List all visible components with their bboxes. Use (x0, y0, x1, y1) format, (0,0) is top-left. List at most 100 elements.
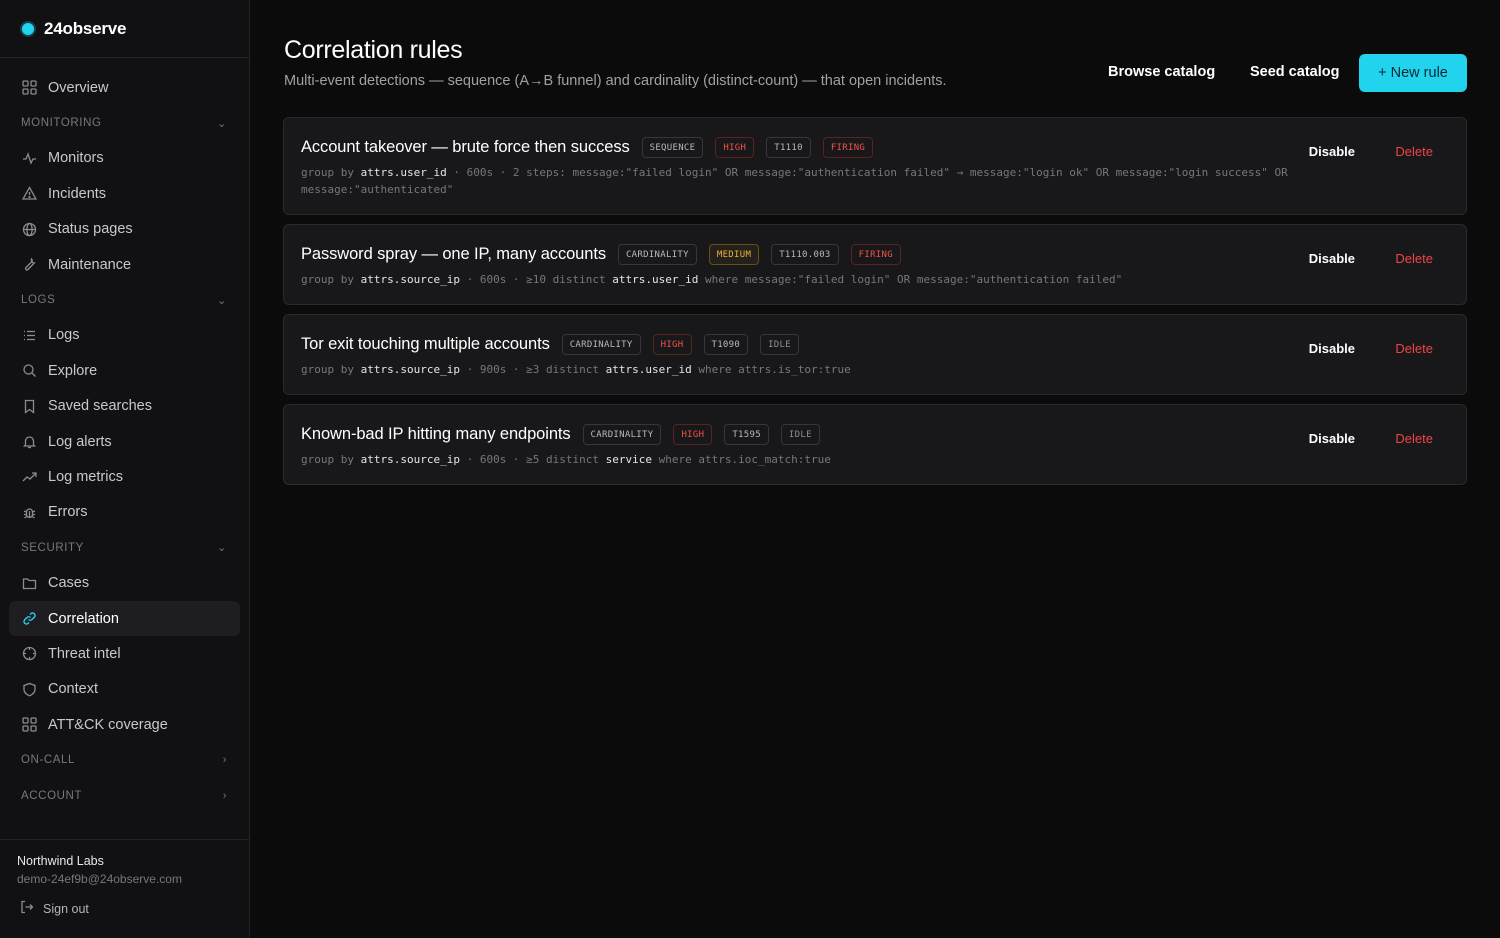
delete-button[interactable]: Delete (1395, 144, 1433, 159)
shield-icon (21, 681, 37, 697)
folder-icon (21, 575, 37, 591)
sidebar-item-label: Cases (48, 575, 90, 592)
desc-field: service (605, 453, 653, 466)
bookmark-icon (21, 398, 37, 414)
severity-badge: HIGH (715, 137, 755, 158)
sidebar-item-overview[interactable]: Overview (9, 70, 240, 105)
logout-icon (20, 900, 34, 917)
desc-field: attrs.source_ip (360, 273, 460, 286)
sidebar-item-explore[interactable]: Explore (9, 353, 240, 388)
user-email: demo-24ef9b@24observe.com (17, 872, 182, 886)
rule-description: group by attrs.source_ip · 600s · ≥5 dis… (301, 451, 1291, 468)
grid-icon (21, 80, 37, 96)
list-icon (21, 327, 37, 343)
section-security[interactable]: SECURITY ⌄ (0, 530, 249, 565)
section-monitoring[interactable]: MONITORING ⌄ (0, 105, 249, 140)
sidebar-item-saved-searches[interactable]: Saved searches (9, 389, 240, 424)
desc-text: · 600s · 2 steps: message:"failed login"… (301, 166, 1288, 196)
desc-field: attrs.user_id (360, 166, 447, 179)
sidebar-item-label: Status pages (48, 221, 133, 238)
rule-title-row: Account takeover — brute force then succ… (301, 137, 885, 158)
delete-button[interactable]: Delete (1395, 341, 1433, 356)
warning-icon (21, 186, 37, 202)
desc-text: where attrs.is_tor:true (691, 363, 851, 376)
severity-badge: HIGH (652, 334, 692, 355)
chevron-down-icon: ⌄ (217, 294, 227, 307)
sidebar-item-label: Context (48, 681, 98, 698)
sidebar-item-incidents[interactable]: Incidents (9, 176, 240, 211)
section-on-call[interactable]: ON-CALL › (0, 742, 249, 777)
crosshair-icon (21, 646, 37, 662)
sidebar-item-label: Overview (48, 79, 109, 96)
sidebar-item-label: Monitors (48, 150, 104, 167)
desc-text: group by (301, 166, 361, 179)
sidebar-item-attck-coverage[interactable]: ATT&CK coverage (9, 707, 240, 742)
org-name: Northwind Labs (17, 854, 104, 868)
link-icon (21, 611, 37, 627)
activity-icon (21, 150, 37, 166)
brand[interactable]: 24observe (0, 0, 249, 58)
seed-catalog-button[interactable]: Seed catalog (1250, 64, 1339, 80)
sidebar-item-cases[interactable]: Cases (9, 565, 240, 600)
sidebar-item-label: Threat intel (48, 645, 121, 662)
disable-button[interactable]: Disable (1309, 251, 1355, 266)
main-content: Correlation rules Multi-event detections… (250, 0, 1500, 938)
rule-type-badge: SEQUENCE (641, 137, 704, 158)
globe-icon (21, 221, 37, 237)
sidebar-item-label: Incidents (48, 185, 107, 202)
disable-button[interactable]: Disable (1309, 341, 1355, 356)
sidebar-item-logs[interactable]: Logs (9, 318, 240, 353)
sign-out-button[interactable]: Sign out (20, 900, 232, 917)
sidebar-item-label: Logs (48, 327, 80, 344)
browse-catalog-button[interactable]: Browse catalog (1108, 64, 1215, 80)
rule-type-badge: CARDINALITY (561, 334, 641, 355)
sidebar-item-correlation[interactable]: Correlation (9, 600, 240, 637)
sidebar-item-monitors[interactable]: Monitors (9, 141, 240, 176)
rules-list: Account takeover — brute force then succ… (283, 117, 1467, 494)
grid-icon (21, 717, 37, 733)
rule-description: group by attrs.source_ip · 900s · ≥3 dis… (301, 361, 1291, 378)
desc-text: · 600s · ≥10 distinct (459, 273, 613, 286)
section-account[interactable]: ACCOUNT › (0, 778, 249, 813)
technique-badge: T1110.003 (771, 244, 839, 265)
page-subtitle: Multi-event detections — sequence (A→B f… (284, 73, 947, 89)
rule-title: Tor exit touching multiple accounts (301, 335, 550, 353)
rule-card: Known-bad IP hitting many endpoints CARD… (283, 404, 1467, 485)
disable-button[interactable]: Disable (1309, 144, 1355, 159)
desc-field: attrs.user_id (605, 363, 692, 376)
new-rule-button[interactable]: + New rule (1359, 54, 1467, 92)
desc-text: · 900s · ≥3 distinct (459, 363, 606, 376)
sidebar-item-label: Log alerts (48, 433, 112, 450)
delete-button[interactable]: Delete (1395, 251, 1433, 266)
brand-logo-icon (22, 22, 34, 35)
rule-card: Account takeover — brute force then succ… (283, 117, 1467, 215)
delete-button[interactable]: Delete (1395, 431, 1433, 446)
state-badge: FIRING (822, 137, 874, 158)
rule-card: Password spray — one IP, many accounts C… (283, 224, 1467, 305)
rule-title-row: Known-bad IP hitting many endpoints CARD… (301, 424, 832, 445)
sidebar-item-maintenance[interactable]: Maintenance (9, 247, 240, 282)
sidebar-item-threat-intel[interactable]: Threat intel (9, 636, 240, 671)
sidebar-item-context[interactable]: Context (9, 672, 240, 707)
chevron-down-icon: ⌄ (217, 117, 227, 130)
sidebar-item-label: Correlation (48, 610, 119, 627)
disable-button[interactable]: Disable (1309, 431, 1355, 446)
desc-field: attrs.source_ip (360, 363, 460, 376)
section-label: MONITORING (21, 117, 102, 130)
severity-badge: MEDIUM (708, 244, 760, 265)
section-label: LOGS (21, 294, 56, 307)
rule-card: Tor exit touching multiple accounts CARD… (283, 314, 1467, 395)
rule-title-row: Tor exit touching multiple accounts CARD… (301, 334, 811, 355)
chevron-right-icon: › (222, 754, 227, 767)
chevron-right-icon: › (222, 789, 227, 802)
section-label: ON-CALL (21, 754, 76, 767)
section-label: ACCOUNT (21, 789, 83, 802)
section-logs[interactable]: LOGS ⌄ (0, 282, 249, 317)
sidebar-item-status-pages[interactable]: Status pages (9, 212, 240, 247)
sidebar-item-log-alerts[interactable]: Log alerts (9, 424, 240, 459)
sidebar-item-errors[interactable]: Errors (9, 495, 240, 530)
desc-text: where attrs.ioc_match:true (652, 453, 831, 466)
sidebar-item-label: Explore (48, 362, 98, 379)
sidebar-item-log-metrics[interactable]: Log metrics (9, 459, 240, 494)
sidebar-nav: Overview MONITORING ⌄ Monitors Incidents… (0, 58, 249, 813)
